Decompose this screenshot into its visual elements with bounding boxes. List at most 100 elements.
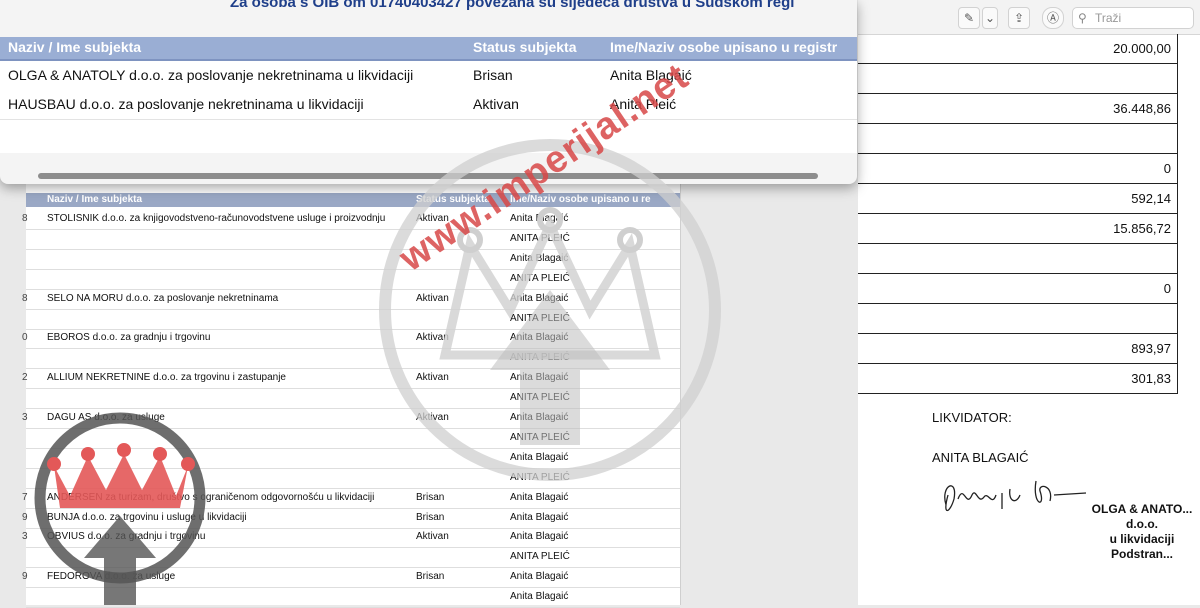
company-name: DAGU AS d.o.o. za usluge [47, 412, 165, 423]
row-number: 8 [22, 213, 28, 224]
column-header-name: Naziv / Ime subjekta [47, 194, 143, 205]
company-name: FEDOROVA d.o.o. za usluge [47, 571, 176, 583]
table-row[interactable]: ANITA PLEIĆ [26, 229, 680, 250]
column-header-name: Naziv / Ime subjekta [8, 39, 142, 55]
company-name: BUNJA d.o.o. za trgovinu i usluge u likv… [47, 511, 247, 523]
table-row[interactable]: 3 OBVIUS d.o.o. za gradnju i trgovinu Akti… [22, 527, 680, 549]
company-name: EBOROS d.o.o. za gradnju i trgovinu [47, 332, 211, 344]
empty-row [0, 120, 857, 153]
amount-row [858, 64, 1178, 94]
person-name: ANITA PLEIĆ [510, 471, 570, 483]
row-number: 9 [22, 571, 28, 583]
person-name: Anita Blagaić [510, 451, 569, 463]
amount-value: 592,14 [1131, 191, 1171, 206]
amount-row: 15.856,72 [858, 214, 1178, 244]
amount-value: 0 [1163, 281, 1171, 296]
amount-value: 20.000,00 [1113, 41, 1171, 56]
table-row[interactable]: HAUSBAU d.o.o. za poslovanje nekretninam… [0, 90, 857, 120]
table-row[interactable]: ANITA PLEIĆ [26, 388, 680, 410]
person-name: ANITA PLEIĆ [510, 392, 570, 404]
company-status: Aktivan [416, 332, 449, 344]
person-name: ANITA PLEIĆ [510, 272, 570, 284]
popup-window: Za osoba s OIB om 01740403427 povezana s… [0, 0, 857, 184]
table-row[interactable]: 9 FEDOROVA d.o.o. za usluge Brisan Anita Bl… [22, 567, 680, 589]
markup-icon[interactable]: Ⓐ [1042, 7, 1064, 29]
amount-row [858, 244, 1178, 274]
person-name: Anita Blagaić [510, 292, 569, 304]
table-row[interactable]: ANITA PLEIĆ [26, 468, 680, 489]
company-status: Aktivan [416, 292, 449, 304]
person-name: Anita Blagaić [510, 591, 569, 603]
amount-row: 0 [858, 274, 1178, 304]
chevron-down-icon[interactable]: ⌄ [982, 7, 998, 29]
table-row[interactable]: 2 ALLIUM NEKRETNINE d.o.o. za trgovinu i … [22, 368, 680, 390]
company-status: Brisan [416, 511, 445, 523]
table-row[interactable]: 8 SELO NA MORU d.o.o. za poslovanje nekre… [22, 289, 680, 310]
viewer-toolbar: ✎ ⌄ ⇪ Ⓐ ⚲ Traži [858, 0, 1200, 35]
table-row[interactable]: 0 EBOROS d.o.o. za gradnju i trgovinu Akti… [22, 328, 680, 350]
person-name: Anita Blagaić [510, 213, 569, 224]
table-row[interactable]: ANITA PLEIĆ [26, 348, 680, 370]
popup-table-header: Naziv / Ime subjekta Status subjekta Ime… [0, 37, 857, 61]
table-row[interactable]: Anita Blagaić [26, 249, 680, 270]
table-row[interactable]: 8 STOLISNIK d.o.o. za knjigovodstveno-rač… [22, 209, 680, 230]
horizontal-scrollbar[interactable] [38, 173, 818, 179]
company-name[interactable]: OLGA & ANATOLY d.o.o. za poslovanje nekr… [8, 67, 413, 83]
company-status: Aktivan [416, 372, 449, 384]
table-row[interactable]: ANITA PLEIĆ [26, 309, 680, 330]
row-number: 9 [22, 511, 28, 523]
related-companies-document: Naziv / Ime subjekta Status subjekta Ime… [22, 180, 681, 608]
stamp-line: OLGA & ANATO... [1091, 502, 1193, 516]
table-row[interactable]: Anita Blagaić [26, 448, 680, 469]
table-row[interactable]: OLGA & ANATOLY d.o.o. za poslovanje nekr… [0, 61, 857, 91]
row-number: 3 [22, 412, 28, 423]
person-name: ANITA PLEIĆ [510, 312, 570, 324]
company-name: SELO NA MORU d.o.o. za poslovanje nekret… [47, 292, 279, 304]
amount-row: 592,14 [858, 184, 1178, 214]
search-placeholder: Traži [1095, 11, 1122, 25]
table-row[interactable]: 9 BUNJA d.o.o. za trgovinu i usluge u lik… [22, 508, 680, 529]
amount-value: 893,97 [1131, 341, 1171, 356]
row-number: 8 [22, 292, 28, 304]
table-row[interactable]: ANITA PLEIĆ [26, 428, 680, 449]
stamp-line: Podstran... [1110, 547, 1173, 561]
table-row[interactable]: ANITA PLEIĆ [26, 547, 680, 569]
person-name: Anita Blagaić [510, 491, 569, 503]
table-header: Naziv / Ime subjekta Status subjekta Ime… [26, 193, 680, 207]
person-name: ANITA PLEIĆ [510, 551, 570, 563]
person-name: Anita Blagaić [510, 412, 569, 423]
amount-value: 36.448,86 [1113, 101, 1171, 116]
pen-icon[interactable]: ✎ [958, 7, 980, 29]
amount-table: 20.000,00 36.448,86 0 592,14 15.856,72 0 893,9… [858, 34, 1178, 394]
company-status: Aktivan [416, 531, 449, 543]
amount-row: 893,97 [858, 334, 1178, 364]
company-status: Aktivan [473, 96, 519, 112]
row-number: 3 [22, 531, 28, 543]
table-row[interactable]: ANITA PLEIĆ [26, 269, 680, 290]
person-name: Anita Blagaić [510, 252, 569, 264]
amount-row: 36.448,86 [858, 94, 1178, 124]
company-status: Brisan [416, 571, 445, 583]
person-name: ANITA PLEIĆ [510, 232, 570, 244]
column-header-status: Status subjekta [473, 39, 577, 55]
amount-row [858, 124, 1178, 154]
company-name[interactable]: HAUSBAU d.o.o. za poslovanje nekretninam… [8, 96, 364, 112]
liquidator-label: LIKVIDATOR: [932, 410, 1012, 425]
search-icon: ⚲ [1078, 11, 1087, 25]
company-status: Brisan [473, 67, 513, 83]
search-input[interactable]: ⚲ Traži [1072, 7, 1194, 29]
company-name: OBVIUS d.o.o. za gradnju i trgovinu [47, 531, 206, 543]
person-name: Anita Blagaić [510, 511, 569, 523]
amount-row: 0 [858, 154, 1178, 184]
row-number: 0 [22, 332, 28, 344]
table-row[interactable]: 7 ANDERSEN za turizam, društvo s ograniče… [22, 488, 680, 509]
amount-row: 20.000,00 [858, 34, 1178, 64]
company-name: ALLIUM NEKRETNINE d.o.o. za trgovinu i z… [47, 372, 286, 384]
amount-value: 301,83 [1131, 371, 1171, 386]
row-number: 2 [22, 372, 28, 384]
share-icon[interactable]: ⇪ [1008, 7, 1030, 29]
table-row[interactable]: 3 DAGU AS d.o.o. za usluge Aktivan Anita Bl… [22, 408, 680, 429]
liquidator-name: ANITA BLAGAIĆ [932, 450, 1029, 465]
company-stamp: OLGA & ANATO... d.o.o. u likvidaciji Podstr… [1042, 502, 1200, 562]
person-name: ANITA PLEIĆ [510, 431, 570, 443]
